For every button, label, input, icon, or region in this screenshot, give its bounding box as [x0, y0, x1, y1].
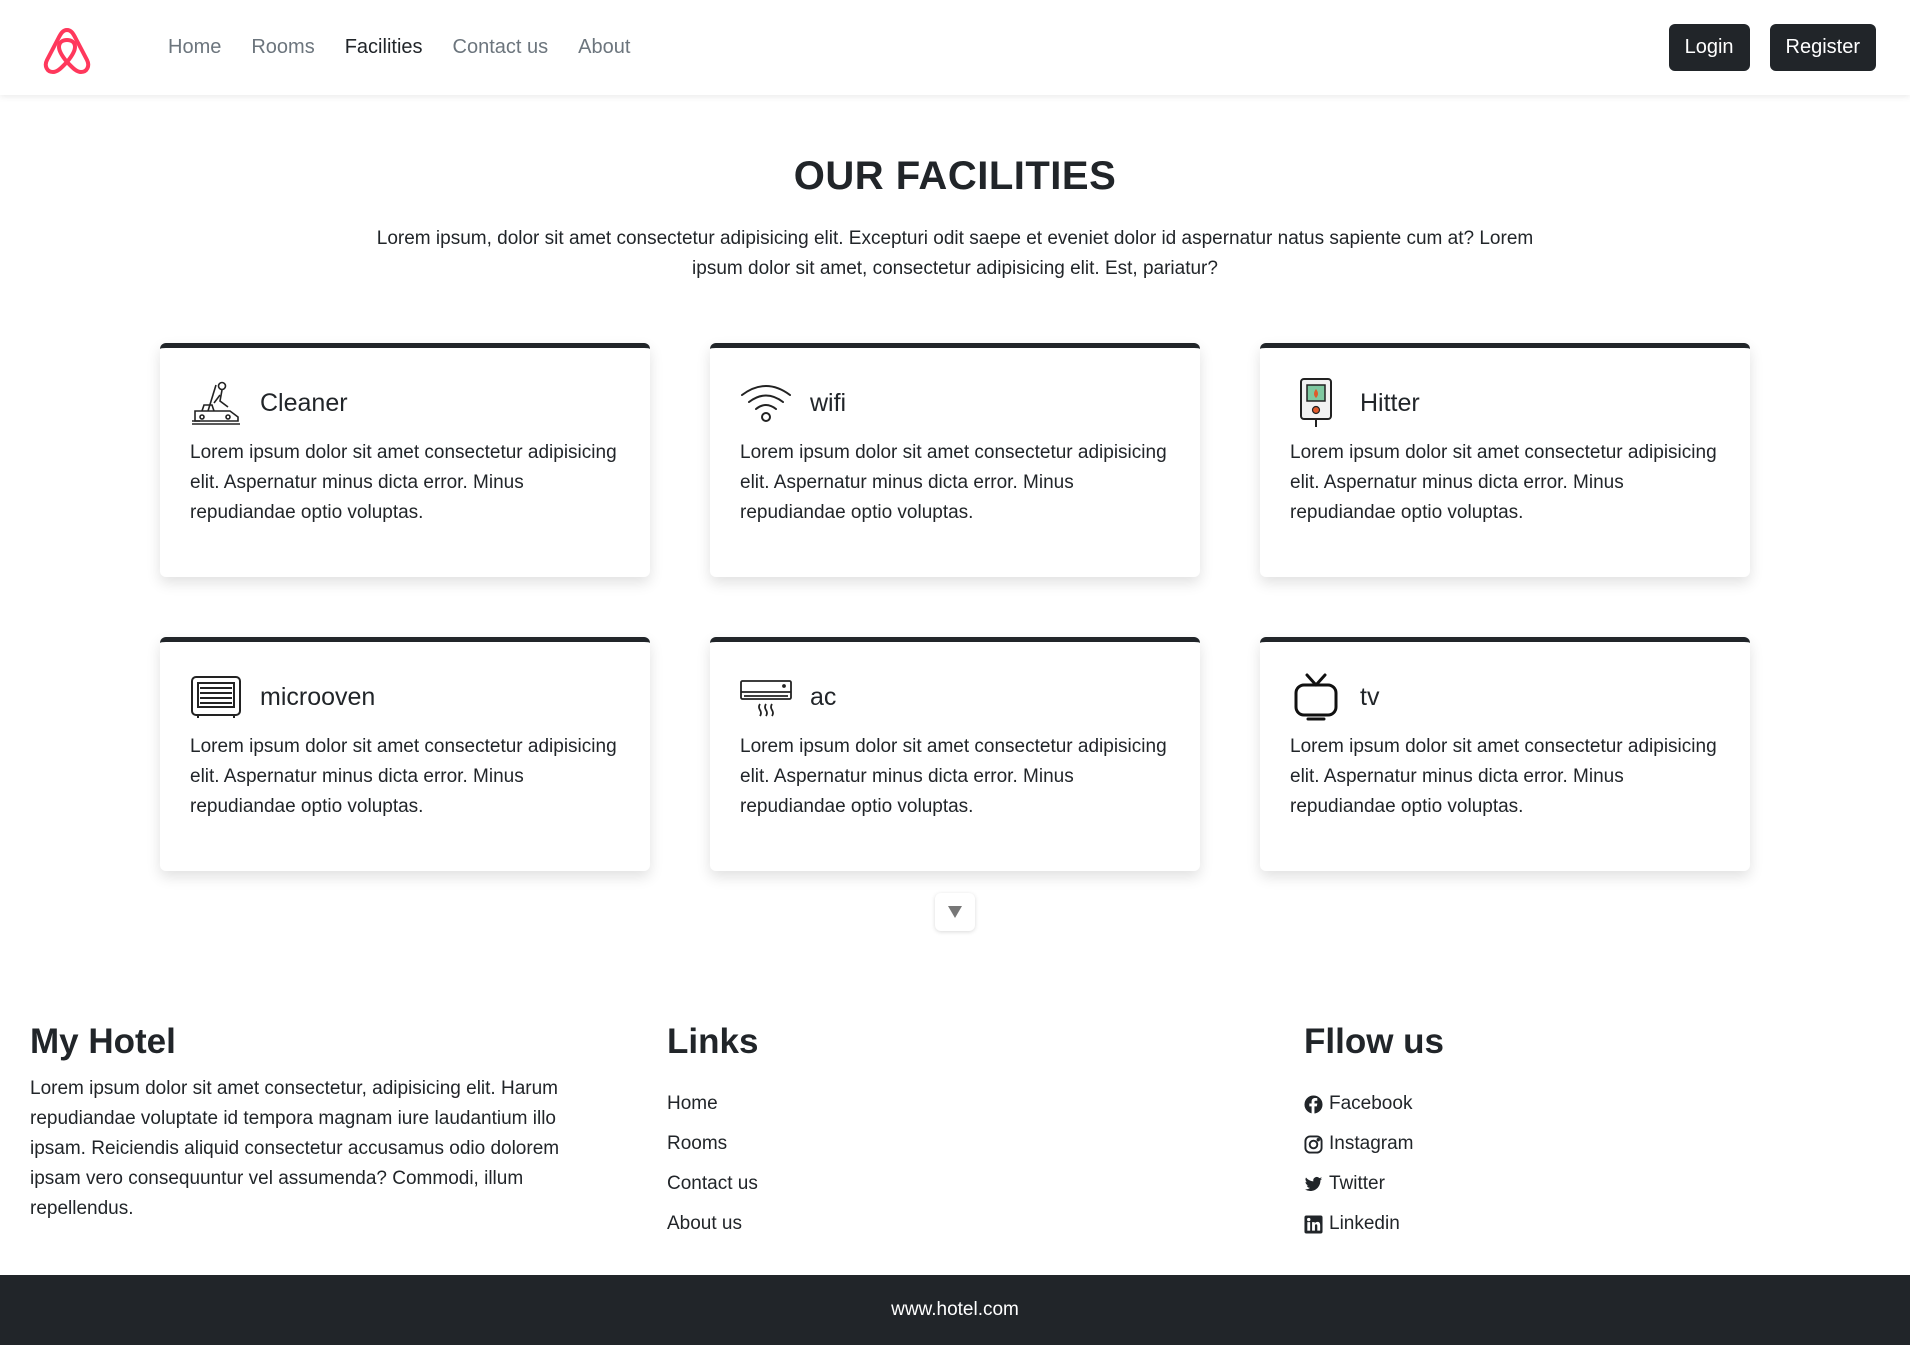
- instagram-icon: [1304, 1134, 1323, 1154]
- chevron-down-icon: [948, 906, 962, 918]
- footer-link-contact[interactable]: Contact us: [667, 1164, 1167, 1204]
- wifi-icon: [740, 378, 792, 428]
- footer-follow-title: Fllow us: [1304, 1022, 1444, 1061]
- navbar: Home Rooms Facilities Contact us About L…: [0, 0, 1910, 95]
- facility-card-tv: tv Lorem ipsum dolor sit amet consectetu…: [1260, 637, 1750, 871]
- facility-text: Lorem ipsum dolor sit amet consectetur a…: [1290, 736, 1717, 817]
- footer-about-title: My Hotel: [30, 1022, 176, 1061]
- social-label: Twitter: [1329, 1173, 1385, 1194]
- facility-text: Lorem ipsum dolor sit amet consectetur a…: [740, 442, 1167, 523]
- nav-link-home[interactable]: Home: [168, 36, 221, 59]
- social-link-instagram[interactable]: Instagram: [1304, 1124, 1804, 1164]
- facility-text: Lorem ipsum dolor sit amet consectetur a…: [190, 442, 617, 523]
- social-link-linkedin[interactable]: Linkedin: [1304, 1204, 1804, 1244]
- facility-card-heater: Hitter Lorem ipsum dolor sit amet consec…: [1260, 343, 1750, 577]
- facility-text: Lorem ipsum dolor sit amet consectetur a…: [190, 736, 617, 817]
- twitter-icon: [1304, 1176, 1323, 1191]
- facility-text: Lorem ipsum dolor sit amet consectetur a…: [1290, 442, 1717, 523]
- facility-text: Lorem ipsum dolor sit amet consectetur a…: [740, 736, 1167, 817]
- facility-card-microwave: microoven Lorem ipsum dolor sit amet con…: [160, 637, 650, 871]
- facility-title: wifi: [810, 388, 847, 417]
- facebook-icon: [1304, 1094, 1323, 1114]
- page-title: OUR FACILITIES: [793, 154, 1117, 198]
- register-button[interactable]: Register: [1769, 24, 1876, 71]
- social-link-twitter[interactable]: Twitter: [1304, 1164, 1804, 1204]
- cleaner-icon: [190, 378, 242, 428]
- nav-link-facilities[interactable]: Facilities: [345, 36, 423, 59]
- footer-about-text: Lorem ipsum dolor sit amet consectetur, …: [30, 1078, 560, 1219]
- social-label: Instagram: [1329, 1133, 1414, 1154]
- footer-about: My Hotel Lorem ipsum dolor sit amet cons…: [30, 1022, 610, 1224]
- air-conditioner-icon: [740, 672, 792, 722]
- section-description: Lorem ipsum, dolor sit amet consectetur …: [376, 228, 1534, 279]
- facilities-grid: Cleaner Lorem ipsum dolor sit amet conse…: [160, 343, 1750, 871]
- linkedin-icon: [1304, 1214, 1323, 1234]
- facility-card-wifi: wifi Lorem ipsum dolor sit amet consecte…: [710, 343, 1200, 577]
- scroll-down-button[interactable]: [935, 893, 975, 931]
- footer-link-home[interactable]: Home: [667, 1084, 1167, 1124]
- footer-follow: Fllow us Facebook Instagram Twitter Link…: [1304, 1022, 1804, 1244]
- nav-link-about[interactable]: About: [578, 36, 630, 59]
- footer-link-about[interactable]: About us: [667, 1204, 1167, 1244]
- nav-link-contact[interactable]: Contact us: [453, 36, 549, 59]
- bottom-bar: www.hotel.com: [0, 1275, 1910, 1345]
- footer-links: Links Home Rooms Contact us About us: [667, 1022, 1167, 1244]
- facility-title: Hitter: [1360, 388, 1420, 417]
- site-url: www.hotel.com: [891, 1299, 1019, 1320]
- footer-link-rooms[interactable]: Rooms: [667, 1124, 1167, 1164]
- main-nav: Home Rooms Facilities Contact us About: [168, 0, 630, 95]
- facility-title: ac: [810, 682, 837, 711]
- facility-title: microoven: [260, 682, 376, 711]
- airbnb-logo-icon[interactable]: [40, 20, 94, 76]
- login-button[interactable]: Login: [1668, 24, 1750, 71]
- microwave-icon: [190, 672, 242, 722]
- facility-title: Cleaner: [260, 388, 348, 417]
- nav-link-rooms[interactable]: Rooms: [251, 36, 314, 59]
- social-link-facebook[interactable]: Facebook: [1304, 1084, 1804, 1124]
- facility-card-cleaner: Cleaner Lorem ipsum dolor sit amet conse…: [160, 343, 650, 577]
- facility-title: tv: [1360, 682, 1380, 711]
- social-label: Facebook: [1329, 1093, 1413, 1114]
- auth-buttons: Login Register: [1668, 24, 1876, 71]
- tv-icon: [1290, 672, 1342, 722]
- heater-icon: [1290, 378, 1342, 428]
- footer-links-title: Links: [667, 1022, 759, 1061]
- social-label: Linkedin: [1329, 1213, 1400, 1234]
- facility-card-ac: ac Lorem ipsum dolor sit amet consectetu…: [710, 637, 1200, 871]
